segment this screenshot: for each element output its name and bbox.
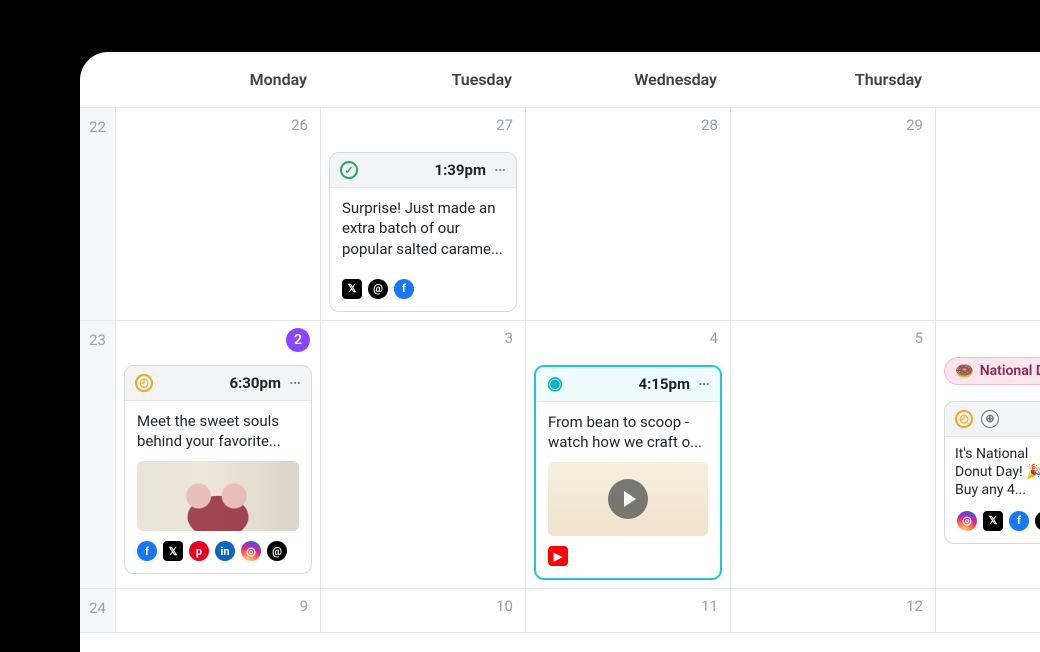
post-networks: 𝕏 @ f: [330, 269, 516, 311]
post-text: It's National Donut Day! 🎉 Buy any 4...: [955, 445, 1040, 500]
day-number: 3: [505, 329, 513, 347]
day-cell[interactable]: 28: [526, 108, 731, 321]
post-text: From bean to scoop - watch how we craft …: [536, 402, 720, 463]
x-icon: 𝕏: [983, 511, 1003, 531]
threads-icon: @: [1035, 511, 1040, 531]
post-card[interactable]: ◴ 6:30pm … Meet the sweet souls behind y…: [124, 365, 312, 575]
post-text: Meet the sweet souls behind your favorit…: [125, 401, 311, 462]
donut-icon: 🍩: [955, 362, 974, 380]
linkedin-icon: in: [215, 541, 235, 561]
day-number: 5: [915, 329, 923, 347]
post-card[interactable]: ✓ 1:39pm … Surprise! Just made an extra …: [329, 152, 517, 312]
instagram-icon: ◎: [241, 541, 261, 561]
x-icon: 𝕏: [163, 541, 183, 561]
eye-icon: ◉: [546, 375, 564, 393]
day-cell[interactable]: 🍩 National Donut ◴ ⊕ 9:45a It's National…: [936, 321, 1040, 590]
week-index: 23: [80, 321, 116, 590]
day-cell[interactable]: 29: [731, 108, 936, 321]
pinterest-icon: p: [189, 541, 209, 561]
day-number: 28: [701, 116, 718, 134]
day-cell[interactable]: 10: [321, 589, 526, 633]
instagram-icon: ◎: [957, 511, 977, 531]
clock-icon: ◴: [135, 374, 153, 392]
clock-icon: ◴: [955, 410, 973, 428]
day-cell[interactable]: 27 ✓ 1:39pm … Surprise! Just made an ext…: [321, 108, 526, 321]
day-number: 29: [906, 116, 923, 134]
play-icon[interactable]: [608, 479, 648, 519]
post-card-header: ◴ 6:30pm …: [125, 366, 311, 401]
weekday-header-mon: Monday: [116, 52, 321, 108]
weekday-header-fri: [936, 52, 1040, 108]
post-text: Surprise! Just made an extra batch of ou…: [330, 188, 516, 269]
threads-icon: @: [267, 541, 287, 561]
day-cell[interactable]: 9: [116, 589, 321, 633]
day-number: 26: [291, 116, 308, 134]
day-cell[interactable]: 4 ◉ 4:15pm … From bean to scoop - watch …: [526, 321, 731, 590]
post-time: 6:30pm: [161, 374, 281, 392]
post-networks: ▶: [536, 536, 720, 578]
facebook-icon: f: [137, 541, 157, 561]
globe-icon: ⊕: [981, 410, 999, 428]
weekday-header-thu: Thursday: [731, 52, 936, 108]
holiday-event-label: National Donut: [980, 363, 1040, 379]
day-cell[interactable]: 3: [321, 321, 526, 590]
post-networks: f 𝕏 p in ◎ @: [125, 531, 311, 573]
post-card-header: ◴ ⊕ 9:45a: [945, 402, 1040, 437]
post-time: 1:39pm: [366, 161, 486, 179]
day-cell[interactable]: 5: [731, 321, 936, 590]
more-icon[interactable]: …: [698, 371, 710, 389]
holiday-event-pill[interactable]: 🍩 National Donut: [944, 357, 1040, 385]
post-time: 4:15pm: [572, 375, 690, 393]
day-cell[interactable]: 26: [116, 108, 321, 321]
threads-icon: @: [368, 279, 388, 299]
youtube-icon: ▶: [548, 546, 568, 566]
more-icon[interactable]: …: [494, 157, 506, 175]
post-card-header: ◉ 4:15pm …: [536, 367, 720, 402]
day-cell[interactable]: 11: [526, 589, 731, 633]
calendar-window: Monday Tuesday Wednesday Thursday 22 26 …: [80, 52, 1040, 652]
weekday-header-wed: Wednesday: [526, 52, 731, 108]
post-time: 9:45a: [1007, 410, 1040, 428]
more-icon[interactable]: …: [289, 370, 301, 388]
day-cell[interactable]: 12: [731, 589, 936, 633]
day-number: 27: [496, 116, 513, 134]
header-spacer: [80, 52, 116, 108]
event-count-badge[interactable]: 2: [286, 328, 310, 352]
weekday-header-tue: Tuesday: [321, 52, 526, 108]
day-cell[interactable]: [936, 108, 1040, 321]
post-card-header: ✓ 1:39pm …: [330, 153, 516, 188]
facebook-icon: f: [1009, 511, 1029, 531]
week-index: 22: [80, 108, 116, 321]
day-cell[interactable]: 2 ◴ 6:30pm … Meet the sweet souls behind…: [116, 321, 321, 590]
post-video-thumbnail[interactable]: [548, 462, 708, 536]
calendar-grid: Monday Tuesday Wednesday Thursday 22 26 …: [80, 52, 1040, 633]
check-circle-icon: ✓: [340, 161, 358, 179]
day-cell[interactable]: [936, 589, 1040, 633]
day-number: 4: [710, 329, 718, 347]
week-index: 24: [80, 589, 116, 633]
post-card[interactable]: ◉ 4:15pm … From bean to scoop - watch ho…: [534, 365, 722, 581]
post-networks: ◎ 𝕏 f @: [945, 501, 1040, 543]
x-icon: 𝕏: [342, 279, 362, 299]
post-thumbnail: [137, 461, 299, 531]
facebook-icon: f: [394, 279, 414, 299]
post-card[interactable]: ◴ ⊕ 9:45a It's National Donut Day! 🎉 Buy…: [944, 401, 1040, 544]
